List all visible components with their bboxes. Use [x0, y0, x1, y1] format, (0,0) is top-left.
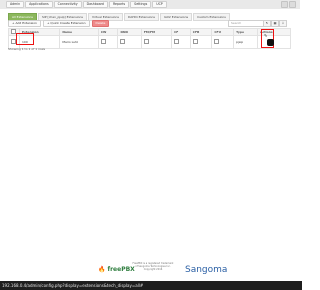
header-fmfm[interactable]: FM/FM	[140, 28, 173, 36]
tab-custom-extensions[interactable]: Custom Extensions	[193, 13, 230, 21]
refresh-button[interactable]: ↻	[263, 20, 271, 27]
cell-cw	[97, 35, 119, 49]
search-input[interactable]: Search	[228, 20, 264, 27]
header-cfb[interactable]: CFB	[189, 28, 213, 36]
cell-name: Mario Lutz	[59, 35, 99, 49]
freepbx-logo: 🔥 freePBX	[98, 266, 135, 273]
cw-toggle[interactable]	[100, 39, 106, 44]
menu-ucp[interactable]: UCP	[152, 1, 167, 8]
columns-icon: ▦	[273, 21, 277, 25]
cell-cfu	[211, 35, 235, 49]
header-name[interactable]: Name	[59, 28, 99, 36]
delete-button[interactable]: Delete	[91, 20, 110, 27]
add-extension-button[interactable]: + Add Extension	[8, 20, 41, 27]
tab-iax2-extensions[interactable]: IAX2 Extensions	[159, 13, 193, 21]
navbar-right-tools	[281, 1, 296, 8]
quick-create-button[interactable]: + Quick Create Extension	[42, 20, 90, 27]
cell-dnd	[117, 35, 142, 49]
menu-admin[interactable]: Admin	[6, 1, 25, 8]
export-button[interactable]: ⇩	[279, 20, 287, 27]
menu-connectivity[interactable]: Connectivity	[53, 1, 82, 8]
sangoma-logo: Sangoma	[185, 265, 228, 275]
refresh-icon: ↻	[265, 21, 269, 25]
mouse-cursor-icon	[267, 39, 274, 46]
cfu-toggle[interactable]	[214, 39, 220, 44]
search-icon[interactable]	[281, 1, 288, 8]
table-header-row: Extension Name CW DND FM/FM CF CFB CFU T…	[8, 28, 291, 36]
user-icon[interactable]	[289, 1, 296, 8]
menu-settings[interactable]: Settings	[130, 1, 152, 8]
edit-icon[interactable]: ✎	[264, 33, 267, 38]
cell-fmfm	[140, 35, 173, 49]
header-cfu[interactable]: CFU	[211, 28, 235, 36]
pagination-info: Showing 1 to 1 of 1 rows	[8, 47, 46, 51]
cfb-toggle[interactable]	[192, 39, 198, 44]
header-cf[interactable]: CF	[171, 28, 191, 36]
export-icon: ⇩	[281, 21, 285, 25]
tab-dahdi-extensions[interactable]: DAHDi Extensions	[123, 13, 159, 21]
top-navbar: Admin Applications Connectivity Dashboar…	[0, 0, 300, 9]
menu-reports[interactable]: Reports	[108, 1, 130, 8]
main-menu: Admin Applications Connectivity Dashboar…	[6, 1, 167, 8]
table-row: 100 Mario Lutz pjsip	[8, 35, 291, 49]
header-cw[interactable]: CW	[97, 28, 119, 36]
header-dnd[interactable]: DND	[117, 28, 142, 36]
cell-type: pjsip	[233, 35, 259, 49]
browser-status-bar: 192.168.0.4/admin/config.php?display=ext…	[0, 281, 302, 290]
cell-cfb	[189, 35, 213, 49]
header-type[interactable]: Type	[233, 28, 259, 36]
extension-highlight-box	[16, 33, 34, 45]
extensions-table: Extension Name CW DND FM/FM CF CFB CFU T…	[8, 28, 291, 49]
flame-icon: 🔥	[98, 266, 106, 273]
cell-cf	[171, 35, 191, 49]
fmfm-toggle[interactable]	[143, 39, 149, 44]
columns-button[interactable]: ▦	[271, 20, 279, 27]
dnd-toggle[interactable]	[120, 39, 126, 44]
copyright-text: FreePBX is a registered trademark of San…	[132, 262, 174, 271]
menu-dashboard[interactable]: Dashboard	[82, 1, 108, 8]
cf-toggle[interactable]	[174, 39, 180, 44]
extension-toolbar: + Add Extension + Quick Create Extension…	[8, 20, 110, 27]
menu-applications[interactable]: Applications	[25, 1, 53, 8]
